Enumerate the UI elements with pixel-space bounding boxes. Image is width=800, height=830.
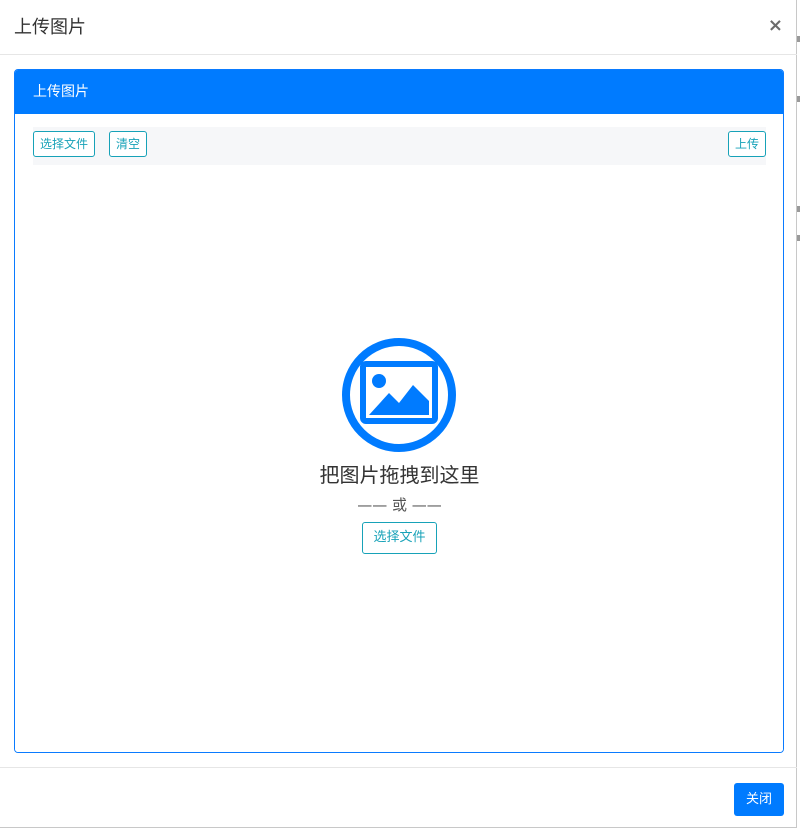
upload-card: 上传图片 选择文件 清空 上传 把图片拖拽到这里 —— 或 —— 选择文件	[14, 69, 784, 753]
upload-modal: 上传图片 × 上传图片 选择文件 清空 上传 把图片拖拽到这里 —— 或 ——	[0, 0, 797, 828]
modal-footer: 关闭	[0, 767, 797, 828]
or-separator: —— 或 ——	[357, 496, 442, 514]
upload-button[interactable]: 上传	[727, 131, 766, 157]
clear-button[interactable]: 清空	[109, 131, 148, 157]
choose-file-center-button[interactable]: 选择文件	[362, 522, 437, 554]
close-button[interactable]: 关闭	[733, 783, 784, 816]
image-icon	[342, 338, 456, 452]
card-header: 上传图片	[15, 70, 783, 114]
card-body: 选择文件 清空 上传 把图片拖拽到这里 —— 或 —— 选择文件	[15, 114, 783, 752]
close-icon[interactable]: ×	[768, 16, 783, 36]
modal-header: 上传图片 ×	[0, 0, 797, 55]
drop-hint-text: 把图片拖拽到这里	[319, 463, 480, 487]
choose-file-button[interactable]: 选择文件	[33, 131, 96, 157]
upload-area: 选择文件 清空 上传 把图片拖拽到这里 —— 或 —— 选择文件	[33, 127, 766, 735]
center-button-wrap: 选择文件	[33, 522, 766, 554]
drop-zone[interactable]: 把图片拖拽到这里 —— 或 —— 选择文件	[33, 165, 766, 735]
modal-title: 上传图片	[14, 17, 86, 38]
